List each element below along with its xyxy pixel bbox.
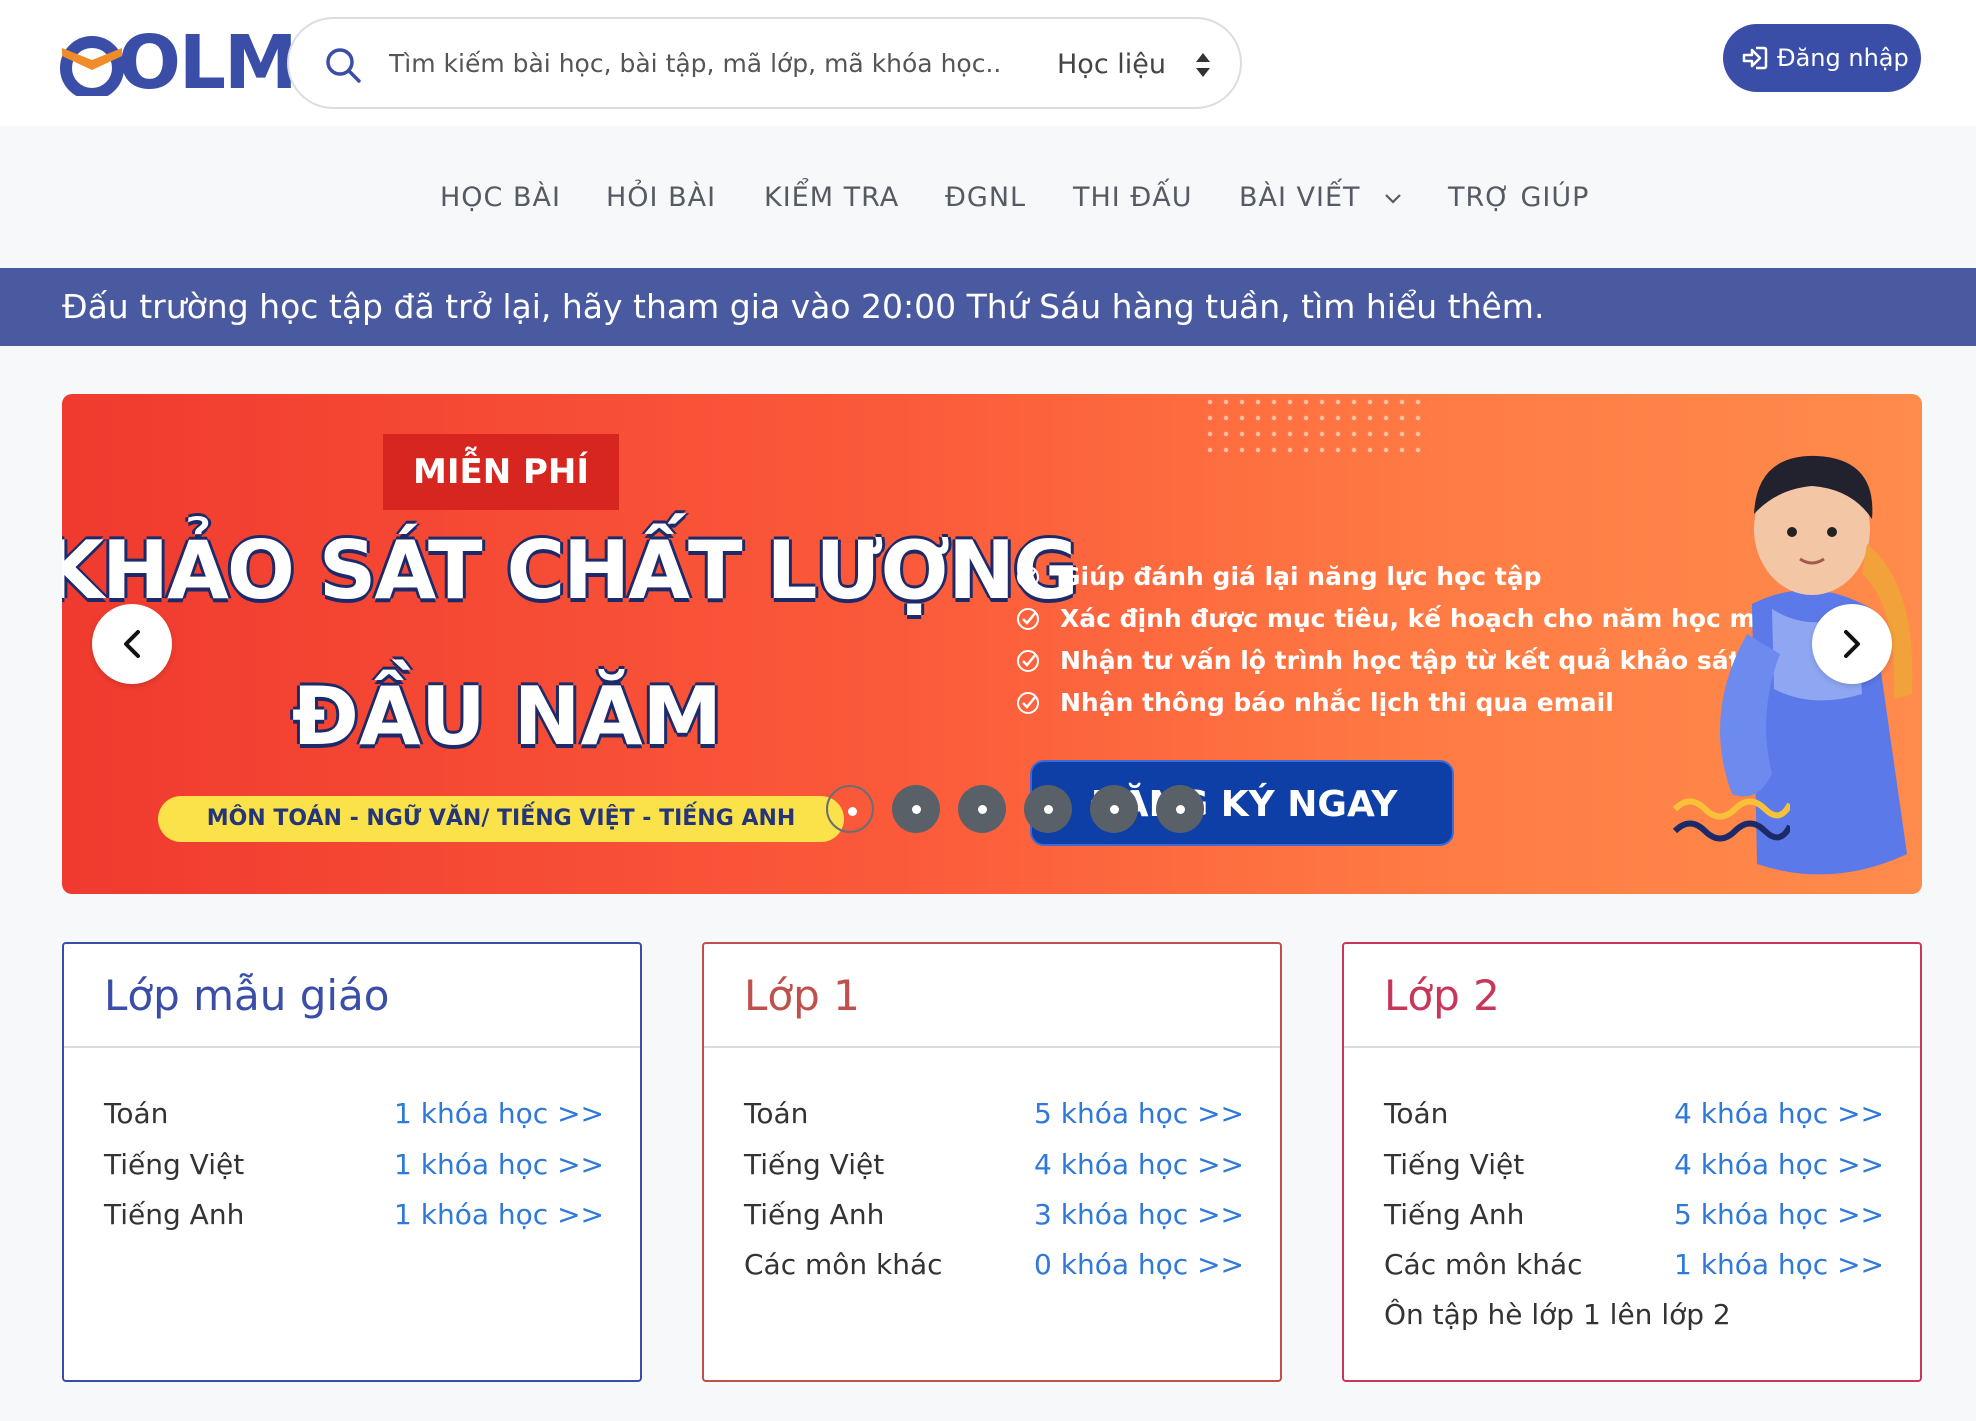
card-title[interactable]: Lớp mẫu giáo <box>104 966 390 1026</box>
login-label: Đăng nhập <box>1777 44 1909 72</box>
course-count-link[interactable]: 4 khóa học >> <box>1674 1145 1884 1185</box>
subject-label: Các môn khác <box>744 1248 943 1281</box>
subject-label: Tiếng Việt <box>104 1148 245 1181</box>
check-circle-icon <box>1017 650 1039 672</box>
search-bar: Học liệu <box>287 17 1242 109</box>
card-row: Tiếng Anh 1 khóa học >> <box>104 1195 604 1235</box>
nav-item-bai-viet-label: BÀI VIẾT <box>1239 182 1361 213</box>
header: OLM Học liệu Đăng nhập <box>0 0 1976 126</box>
course-count-link[interactable]: 1 khóa học >> <box>394 1094 604 1134</box>
nav-item-dgnl[interactable]: ĐGNL <box>945 176 1026 220</box>
sign-in-icon <box>1742 46 1768 70</box>
nav-item-kiem-tra[interactable]: KIỂM TRA <box>764 176 899 220</box>
check-circle-icon <box>1017 566 1039 588</box>
course-count-link[interactable]: 1 khóa học >> <box>394 1195 604 1235</box>
course-count-link[interactable]: 5 khóa học >> <box>1034 1094 1244 1134</box>
card-row: Toán 1 khóa học >> <box>104 1094 604 1134</box>
subject-label: Tiếng Anh <box>1384 1198 1525 1231</box>
course-count-link[interactable]: 1 khóa học >> <box>394 1145 604 1185</box>
chevron-down-icon <box>1385 193 1401 204</box>
dot-pattern-decoration <box>1202 394 1432 454</box>
card-title[interactable]: Lớp 1 <box>744 966 860 1026</box>
card-title[interactable]: Lớp 2 <box>1384 966 1500 1026</box>
nav-item-tro-giup[interactable]: TRỢ GIÚP <box>1448 176 1589 220</box>
sort-caret-icon[interactable] <box>1194 49 1212 81</box>
free-badge-text: MIỄN PHÍ <box>412 452 590 492</box>
search-type-select[interactable]: Học liệu <box>1057 43 1166 87</box>
card-row: Ôn tập hè lớp 1 lên lớp 2 <box>1384 1295 1884 1335</box>
search-icon[interactable] <box>323 45 363 85</box>
nav-item-hoi-bai[interactable]: HỎI BÀI <box>606 176 716 220</box>
course-count-link[interactable]: 4 khóa học >> <box>1034 1145 1244 1185</box>
nav-item-hoc-bai[interactable]: HỌC BÀI <box>440 176 561 220</box>
carousel-indicator[interactable] <box>1156 785 1204 833</box>
class-card-mau-giao: Lớp mẫu giáo Toán 1 khóa học >> Tiếng Vi… <box>62 942 642 1382</box>
search-input[interactable] <box>389 41 1029 85</box>
check-circle-icon <box>1017 608 1039 630</box>
card-row: Tiếng Việt 1 khóa học >> <box>104 1145 604 1185</box>
course-count-link[interactable]: 4 khóa học >> <box>1674 1094 1884 1134</box>
chevron-left-icon <box>124 630 140 658</box>
logo-mark-icon <box>60 36 124 96</box>
course-count-link[interactable]: 0 khóa học >> <box>1034 1245 1244 1285</box>
benefit-text: Giúp đánh giá lại năng lực học tập <box>1060 562 1542 591</box>
carousel-indicator[interactable] <box>892 785 940 833</box>
carousel-indicator[interactable] <box>826 785 874 833</box>
benefit-text: Nhận tư vấn lộ trình học tập từ kết quả … <box>1060 646 1741 675</box>
subjects-text: MÔN TOÁN - NGỮ VĂN/ TIẾNG VIỆT - TIẾNG A… <box>206 806 796 831</box>
nav-item-bai-viet[interactable]: BÀI VIẾT <box>1239 176 1402 220</box>
card-row: Tiếng Việt 4 khóa học >> <box>744 1145 1244 1185</box>
main-nav: HỌC BÀI HỎI BÀI KIỂM TRA ĐGNL THI ĐẤU BÀ… <box>0 126 1976 268</box>
subject-label: Các môn khác <box>1384 1248 1583 1281</box>
banner-title-line1: KHẢO SÁT CHẤT LƯỢNG <box>62 524 1079 617</box>
course-count-link[interactable]: 1 khóa học >> <box>1674 1245 1884 1285</box>
class-card-lop-2: Lớp 2 Toán 4 khóa học >> Tiếng Việt 4 kh… <box>1342 942 1922 1382</box>
carousel-next-button[interactable] <box>1812 604 1892 684</box>
logo-text: OLM <box>118 20 298 106</box>
carousel-prev-button[interactable] <box>92 604 172 684</box>
subjects-pill: MÔN TOÁN - NGỮ VĂN/ TIẾNG VIỆT - TIẾNG A… <box>158 796 844 842</box>
card-row: Tiếng Anh 3 khóa học >> <box>744 1195 1244 1235</box>
card-divider <box>704 1046 1280 1048</box>
subject-label: Tiếng Việt <box>744 1148 885 1181</box>
login-button[interactable]: Đăng nhập <box>1723 24 1921 92</box>
subject-label[interactable]: Ôn tập hè lớp 1 lên lớp 2 <box>1384 1295 1731 1335</box>
subject-label: Tiếng Anh <box>744 1198 885 1231</box>
promo-banner[interactable]: MIỄN PHÍ KHẢO SÁT CHẤT LƯỢNG ĐẦU NĂM MÔN… <box>62 394 1922 894</box>
card-row: Các môn khác 0 khóa học >> <box>744 1245 1244 1285</box>
banner-title-line2: ĐẦU NĂM <box>291 670 723 763</box>
card-divider <box>1344 1046 1920 1048</box>
chevron-right-icon <box>1844 630 1860 658</box>
class-card-lop-1: Lớp 1 Toán 5 khóa học >> Tiếng Việt 4 kh… <box>702 942 1282 1382</box>
card-row: Toán 4 khóa học >> <box>1384 1094 1884 1134</box>
card-divider <box>64 1046 640 1048</box>
benefit-text: Nhận thông báo nhắc lịch thi qua email <box>1060 688 1614 717</box>
check-circle-icon <box>1017 692 1039 714</box>
carousel-indicator[interactable] <box>1024 785 1072 833</box>
wave-decoration <box>1672 798 1790 842</box>
free-badge: MIỄN PHÍ <box>383 434 619 510</box>
carousel-indicator[interactable] <box>958 785 1006 833</box>
card-row: Tiếng Anh 5 khóa học >> <box>1384 1195 1884 1235</box>
card-row: Các môn khác 1 khóa học >> <box>1384 1245 1884 1285</box>
subject-label: Tiếng Anh <box>104 1198 245 1231</box>
carousel-indicator[interactable] <box>1090 785 1138 833</box>
olm-logo[interactable]: OLM <box>60 20 298 106</box>
card-row: Toán 5 khóa học >> <box>744 1094 1244 1134</box>
announcement-bar[interactable]: Đấu trường học tập đã trở lại, hãy tham … <box>0 268 1976 346</box>
course-count-link[interactable]: 5 khóa học >> <box>1674 1195 1884 1235</box>
card-row: Tiếng Việt 4 khóa học >> <box>1384 1145 1884 1185</box>
subject-label: Toán <box>104 1097 169 1130</box>
announcement-text[interactable]: Đấu trường học tập đã trở lại, hãy tham … <box>62 268 1544 346</box>
subject-label: Toán <box>1384 1097 1449 1130</box>
nav-item-thi-dau[interactable]: THI ĐẤU <box>1073 176 1193 220</box>
subject-label: Toán <box>744 1097 809 1130</box>
course-count-link[interactable]: 3 khóa học >> <box>1034 1195 1244 1235</box>
subject-label: Tiếng Việt <box>1384 1148 1525 1181</box>
